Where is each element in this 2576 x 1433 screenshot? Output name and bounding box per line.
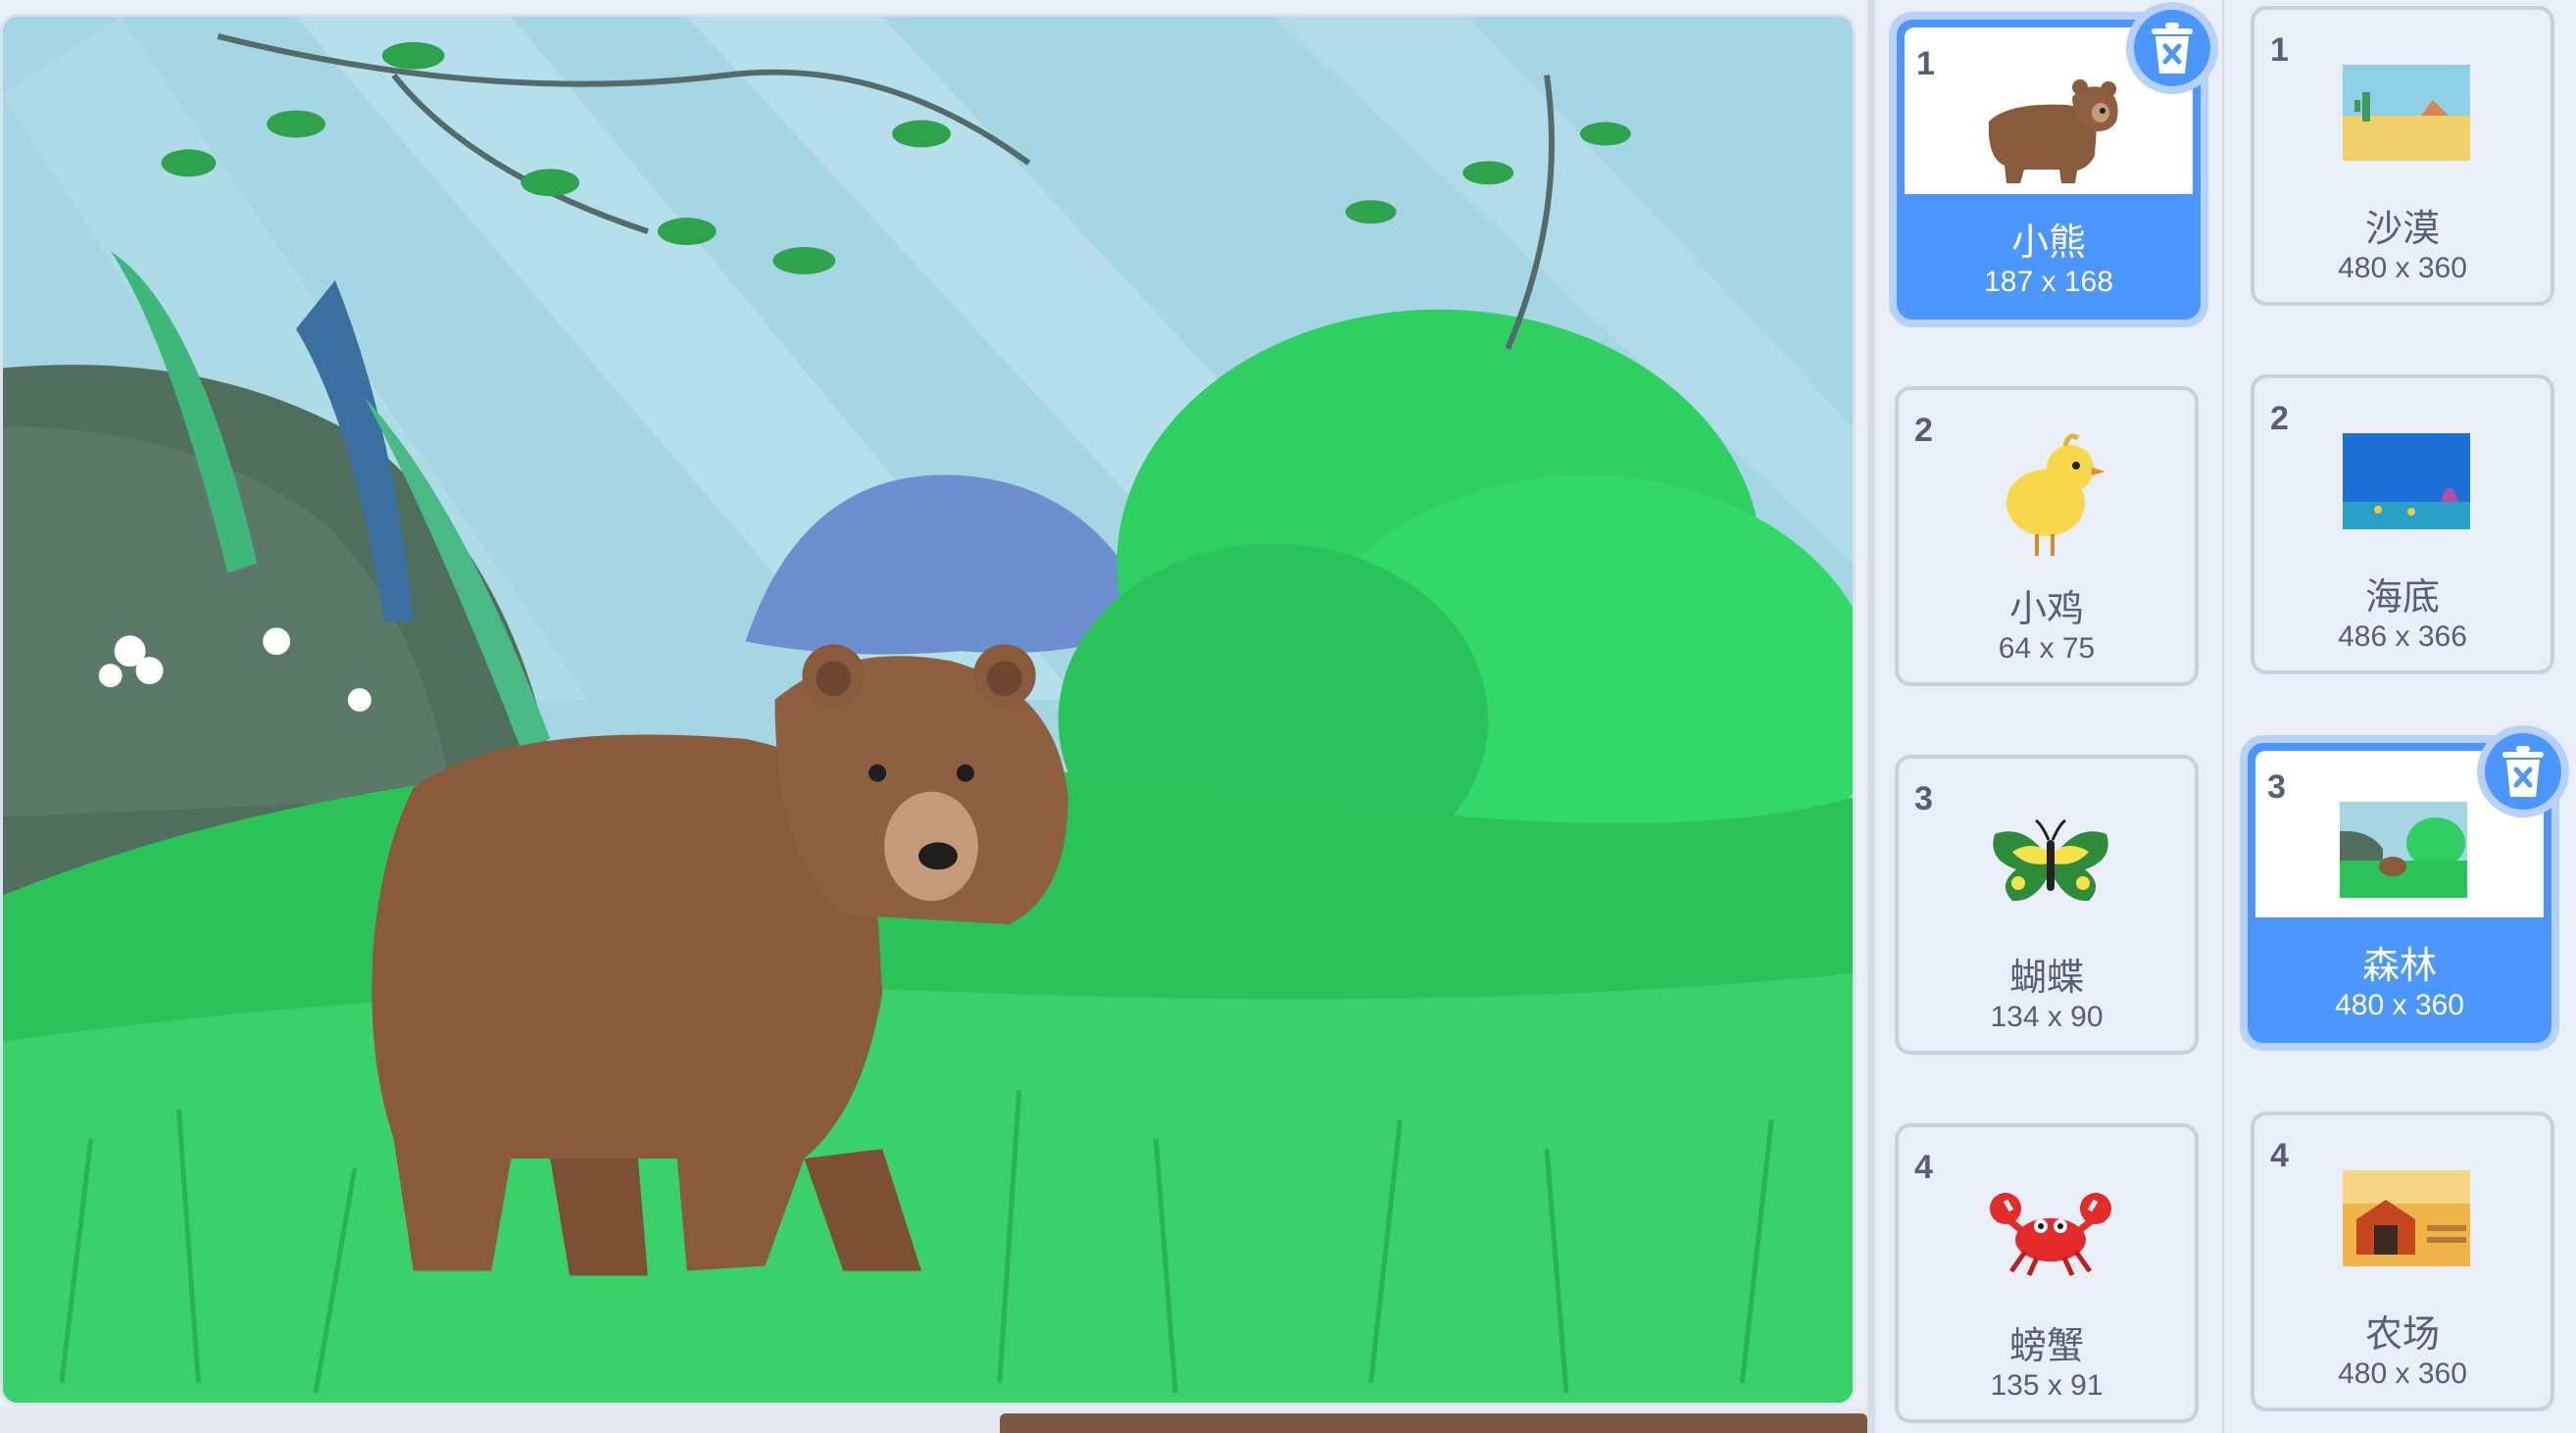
trash-icon [2502,746,2544,797]
desert-thumbnail [2313,39,2500,186]
backdrop-name: 森林 [2361,944,2437,987]
sprite-list: 1 小熊 187 x 168 2 小鸡 64 x 75 3 蝴蝶 134 x 9… [1875,0,2222,1433]
sprite-size: 187 x 168 [1984,266,2113,298]
backdrop-index: 1 [2270,31,2289,69]
backdrop-index: 4 [2270,1137,2289,1174]
backdrop-size: 480 x 360 [2338,1358,2467,1390]
butterfly-icon [1957,788,2144,935]
sprite-index: 4 [1914,1149,1933,1186]
sprite-name: 小鸡 [2008,587,2084,630]
bear-icon [1959,53,2146,200]
trash-icon [2152,23,2193,74]
backdrop-card-3[interactable]: 3 森林 480 x 360 [2248,725,2569,1043]
backdrop-name: 沙漠 [2364,207,2440,250]
sprite-card-2[interactable]: 2 小鸡 64 x 75 [1895,386,2199,686]
sprite-index: 3 [1914,780,1933,817]
forest-backdrop [3,17,1853,1403]
crab-icon [1957,1157,2144,1304]
backdrop-name: 农场 [2364,1312,2440,1356]
sprite-size: 134 x 90 [1990,1001,2104,1033]
sprite-card-3[interactable]: 3 蝴蝶 134 x 90 [1895,755,2199,1055]
backdrop-size: 480 x 360 [2338,252,2467,284]
backdrop-size: 486 x 366 [2338,620,2467,653]
sprite-size: 135 x 91 [1990,1369,2104,1402]
underwater-thumbnail [2313,408,2500,555]
backdrop-index: 3 [2267,768,2286,806]
chick-icon [1957,420,2144,567]
delete-backdrop-button[interactable] [2477,725,2569,817]
scratch-editor: 1 小熊 187 x 168 2 小鸡 64 x 75 3 蝴蝶 134 x 9… [0,0,2576,1433]
backdrop-list: 1 沙漠 480 x 360 2 海底 486 x 366 3 森林 480 x… [2222,0,2576,1433]
backdrop-size: 480 x 360 [2335,989,2464,1021]
delete-sprite-button[interactable] [2126,2,2218,94]
panel-divider [1867,0,1875,1433]
sprite-name: 螃蟹 [2008,1324,2084,1367]
backdrop-name: 海底 [2364,575,2440,618]
sprite-name: 蝴蝶 [2008,956,2084,999]
stage-bottom-strip [0,1408,1867,1433]
forest-thumbnail [2310,776,2497,923]
backdrop-index: 2 [2270,400,2289,437]
sprite-name: 小熊 [2010,221,2086,264]
sprite-card-4[interactable]: 4 螃蟹 135 x 91 [1895,1123,2199,1423]
sprite-index: 1 [1916,45,1935,82]
sprite-size: 64 x 75 [1998,632,2096,665]
stage-canvas[interactable] [0,14,1856,1406]
backdrop-card-1[interactable]: 1 沙漠 480 x 360 [2251,6,2554,306]
backdrop-card-4[interactable]: 4 农场 480 x 360 [2251,1112,2554,1411]
backdrop-card-2[interactable]: 2 海底 486 x 366 [2251,374,2554,674]
farm-thumbnail [2313,1145,2500,1292]
sprite-card-1[interactable]: 1 小熊 187 x 168 [1897,2,2218,320]
sprite-index: 2 [1914,412,1933,449]
